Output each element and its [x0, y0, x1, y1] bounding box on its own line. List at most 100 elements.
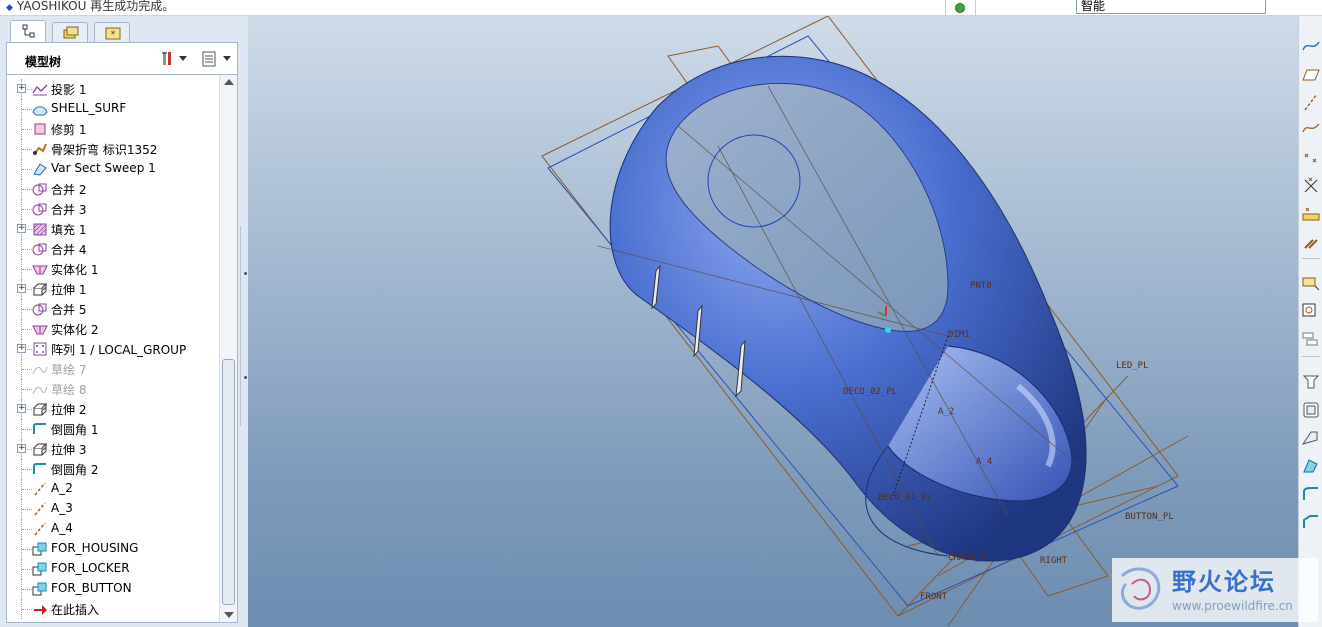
tree-item[interactable]: + 拉伸 3 [7, 439, 217, 459]
tree-item[interactable]: 实体化 1 [7, 259, 217, 279]
revolve-tool-icon[interactable] [1301, 400, 1321, 422]
tree-connector [22, 309, 32, 310]
analysis-icon[interactable] [1301, 274, 1321, 296]
chevron-down-icon [179, 56, 187, 61]
expand-icon[interactable]: + [17, 84, 26, 93]
toolbar-separator [1302, 356, 1320, 357]
datum-label-front: FRONT [920, 592, 948, 602]
expand-icon[interactable]: + [17, 444, 26, 453]
tree-connector [22, 189, 32, 190]
status-divider [945, 0, 946, 16]
projection-icon [32, 82, 48, 96]
datum-point-icon[interactable] [1301, 148, 1321, 170]
tree-item[interactable]: 实体化 2 [7, 319, 217, 339]
tree-tools-menu-button[interactable] [159, 51, 187, 69]
settings-list-icon [201, 51, 219, 71]
datum-plane-icon[interactable] [1301, 66, 1321, 88]
tree-item-label: 修剪 1 [51, 123, 87, 137]
sketch-icon [32, 382, 48, 396]
selection-filter-select[interactable]: 智能 [1076, 0, 1266, 14]
extrude-icon [32, 442, 48, 456]
extrude-tool-icon[interactable] [1301, 372, 1321, 394]
tree-item[interactable]: A_3 [7, 499, 217, 519]
expand-icon[interactable]: + [17, 284, 26, 293]
sweep-icon [32, 162, 48, 176]
tree-item[interactable]: FOR_LOCKER [7, 559, 217, 579]
datum-axis-icon [32, 522, 48, 536]
expand-icon[interactable]: + [17, 344, 26, 353]
tab-folder-browser[interactable] [52, 22, 88, 42]
tree-item[interactable]: 草绘 8 [7, 379, 217, 399]
blend-tool-icon[interactable] [1301, 456, 1321, 478]
datum-curve-icon[interactable] [1301, 38, 1321, 60]
graphics-window[interactable]: PNT0 DIM1 DECO_02_PL A_2 A_4 DECO_01_PL … [248, 16, 1298, 627]
sketched-curve-icon[interactable] [1301, 118, 1321, 140]
tab-model-tree[interactable] [10, 20, 46, 42]
tree-connector [22, 249, 32, 250]
tree-item[interactable]: + 阵列 1 / LOCAL_GROUP [7, 339, 217, 359]
tree-item[interactable]: + 拉伸 2 [7, 399, 217, 419]
navigator-sash[interactable] [240, 226, 248, 426]
status-message-text: YAOSHIKOU 再生成功完成。 [16, 0, 175, 13]
view-manager-icon[interactable] [1301, 302, 1321, 324]
datum-label-chain-pl: CHAIN_PL [948, 553, 991, 563]
datum-label-pnt0: PNT0 [970, 281, 992, 291]
tree-item[interactable]: 倒圆角 2 [7, 459, 217, 479]
tree-connector [22, 149, 32, 150]
tree-item[interactable]: SHELL_SURF [7, 99, 217, 119]
regeneration-status-icon[interactable] [955, 3, 965, 13]
tree-item[interactable]: 合并 4 [7, 239, 217, 259]
tree-item[interactable]: FOR_HOUSING [7, 539, 217, 559]
tree-item[interactable]: + 投影 1 [7, 79, 217, 99]
tree-item-label: 实体化 1 [51, 263, 99, 277]
tree-item-label: FOR_LOCKER [51, 561, 130, 575]
tree-item[interactable]: 合并 3 [7, 199, 217, 219]
tree-item-label: 填充 1 [51, 223, 87, 237]
tree-item[interactable]: + 填充 1 [7, 219, 217, 239]
datum-label-deco-02-pl: DECO_02_PL [843, 387, 897, 397]
tree-item[interactable]: 合并 5 [7, 299, 217, 319]
tree-item-label: 在此插入 [51, 603, 100, 617]
point-field-icon[interactable] [1301, 204, 1321, 226]
scroll-thumb[interactable] [222, 359, 235, 605]
forum-watermark: 野火论坛 www.proewildfire.cn [1112, 558, 1318, 622]
expand-icon[interactable]: + [17, 224, 26, 233]
tree-item[interactable]: Var Sect Sweep 1 [7, 159, 217, 179]
sweep-tool-icon[interactable] [1301, 428, 1321, 450]
tree-item[interactable]: FOR_BUTTON [7, 579, 217, 599]
tree-scrollbar[interactable] [219, 75, 237, 622]
coordinate-system-icon[interactable] [1301, 232, 1321, 254]
extrude-icon [32, 282, 48, 296]
tree-item[interactable]: A_4 [7, 519, 217, 539]
expand-icon[interactable]: + [17, 404, 26, 413]
tree-item[interactable]: A_2 [7, 479, 217, 499]
publish-geometry-icon [32, 562, 48, 576]
datum-label-dim1: DIM1 [948, 330, 970, 340]
datum-axis-icon[interactable] [1301, 92, 1321, 114]
tree-item[interactable]: 合并 2 [7, 179, 217, 199]
scroll-up-arrow-icon[interactable] [224, 79, 234, 85]
tree-connector [22, 529, 32, 530]
tree-connector [22, 589, 32, 590]
tree-connector [22, 129, 32, 130]
tab-favorites[interactable]: * [94, 22, 130, 42]
tree-item[interactable]: 修剪 1 [7, 119, 217, 139]
tree-settings-menu-button[interactable] [199, 51, 231, 69]
layer-icon[interactable] [1301, 330, 1321, 352]
offset-point-icon[interactable] [1301, 176, 1321, 198]
round-tool-icon[interactable] [1301, 484, 1321, 506]
tree-connector [22, 489, 32, 490]
tree-item-label: 倒圆角 1 [51, 423, 99, 437]
tree-connector [22, 569, 32, 570]
scroll-down-arrow-icon[interactable] [224, 612, 234, 618]
forum-logo-icon [1114, 562, 1170, 621]
tree-item[interactable]: 骨架折弯 标识1352 [7, 139, 217, 159]
folder-icon [63, 26, 79, 40]
tree-item[interactable]: 在此插入 [7, 599, 217, 619]
tree-item[interactable]: 草绘 7 [7, 359, 217, 379]
chamfer-tool-icon[interactable] [1301, 512, 1321, 534]
tree-connector [22, 369, 32, 370]
tree-item[interactable]: + 拉伸 1 [7, 279, 217, 299]
tree-item[interactable]: 倒圆角 1 [7, 419, 217, 439]
message-area: ◆ YAOSHIKOU 再生成功完成。 智能 [0, 0, 1322, 16]
